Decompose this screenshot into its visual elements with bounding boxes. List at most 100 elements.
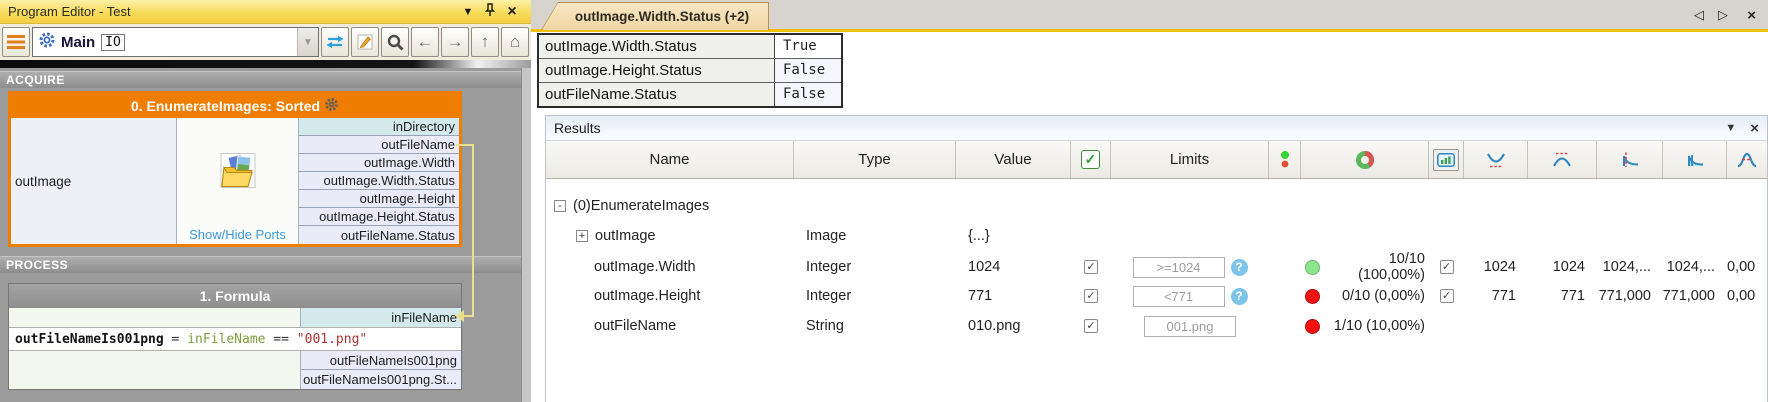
status-dots-icon <box>1280 150 1290 170</box>
column-stddev[interactable] <box>1727 141 1767 178</box>
status-pass-indicator <box>1305 260 1320 275</box>
column-min[interactable] <box>1464 141 1528 178</box>
bar-chart-icon <box>1433 149 1459 171</box>
expand-icon[interactable]: + <box>576 230 588 242</box>
out-image-port-label[interactable]: outImage <box>11 118 177 244</box>
connection-wire <box>472 144 474 316</box>
navigate-up-button[interactable]: ↑ <box>471 27 499 57</box>
status-fail-indicator <box>1305 289 1320 304</box>
port-in-directory[interactable]: inDirectory <box>299 118 459 136</box>
table-row[interactable]: outImage.Height.Status False <box>539 59 841 83</box>
column-enable-check[interactable]: ✓ <box>1071 141 1111 178</box>
close-icon[interactable]: × <box>1747 7 1756 24</box>
column-value[interactable]: Value <box>956 141 1071 178</box>
plot-enable-checkbox[interactable]: ✓ <box>1440 260 1454 274</box>
formula-expression[interactable]: outFileNameIs001png = inFileName == "001… <box>9 327 461 351</box>
column-median[interactable] <box>1663 141 1727 178</box>
tab-label: outImage.Width.Status (+2) <box>542 3 768 30</box>
results-title: Results <box>554 120 601 136</box>
section-process[interactable]: PROCESS <box>0 256 521 273</box>
results-titlebar: Results ▼ × <box>546 116 1767 141</box>
port-out-image-width[interactable]: outImage.Width <box>299 154 459 172</box>
section-acquire[interactable]: ACQUIRE <box>0 71 521 88</box>
swap-view-button[interactable] <box>321 27 349 57</box>
program-list-button[interactable] <box>2 27 30 57</box>
table-row[interactable]: outImage.Width.Status True <box>539 35 841 59</box>
port-out-filename-is-001png-status[interactable]: outFileNameIs001png.St... <box>301 370 461 389</box>
show-hide-ports-link[interactable]: Show/Hide Ports <box>177 227 298 242</box>
limit-input[interactable]: >=1024 <box>1133 257 1225 278</box>
block-formula-header[interactable]: 1. Formula <box>9 284 461 308</box>
block-formula[interactable]: 1. Formula inFileName outFileNameIs001pn… <box>8 283 462 390</box>
panel-title: Program Editor - Test <box>8 4 457 19</box>
limit-enable-checkbox[interactable]: ✓ <box>1084 289 1098 303</box>
limit-enable-checkbox[interactable]: ✓ <box>1084 319 1098 333</box>
table-row[interactable]: outFileName.Status False <box>539 83 841 106</box>
collapsed-bar <box>0 60 531 68</box>
limit-enable-checkbox[interactable]: ✓ <box>1084 260 1098 274</box>
close-icon[interactable]: × <box>1750 120 1759 137</box>
search-icon[interactable] <box>381 27 409 57</box>
median-hist-icon <box>1685 151 1705 169</box>
column-type[interactable]: Type <box>794 141 956 178</box>
table-row[interactable]: outFileName String 010.png ✓ 001.png 1/1… <box>546 311 1767 341</box>
data-preview-table: outImage.Width.Status True outImage.Heig… <box>537 33 843 108</box>
pin-icon[interactable] <box>479 3 501 20</box>
table-row[interactable]: outImage.Width Integer 1024 ✓ >=1024? 10… <box>546 251 1767 281</box>
column-pass-ratio[interactable] <box>1301 141 1429 178</box>
port-out-filename-is-001png[interactable]: outFileNameIs001png <box>301 351 461 370</box>
tab-outimage-width-status[interactable]: outImage.Width.Status (+2) <box>541 2 769 30</box>
donut-chart-icon <box>1355 150 1375 170</box>
port-out-image-width-status[interactable]: outImage.Width.Status <box>299 172 459 190</box>
block-enumerate-images[interactable]: 0. EnumerateImages: Sorted outImage <box>8 91 462 247</box>
table-row[interactable]: +outImage Image {...} <box>546 221 1767 251</box>
column-mean[interactable] <box>1597 141 1663 178</box>
chevron-down-icon[interactable]: ▼ <box>297 28 318 56</box>
block-enumerate-header[interactable]: 0. EnumerateImages: Sorted <box>11 94 459 118</box>
home-button[interactable]: ⌂ <box>501 27 529 57</box>
program-editor-panel: Program Editor - Test ▼ × Main IO ▼ ← → <box>0 0 531 402</box>
port-in-filename[interactable]: inFileName <box>301 308 461 327</box>
column-name[interactable]: Name <box>546 141 794 178</box>
column-max[interactable] <box>1528 141 1597 178</box>
port-out-image-height[interactable]: outImage.Height <box>299 190 459 208</box>
preview-value: False <box>775 59 841 82</box>
checkmark-icon: ✓ <box>1081 150 1100 169</box>
results-header-row: Name Type Value ✓ Limits <box>546 141 1767 179</box>
navigate-forward-button[interactable]: → <box>441 27 469 57</box>
results-panel: Results ▼ × Name Type Value ✓ Limits <box>545 115 1768 402</box>
table-row[interactable]: outImage.Height Integer 771 ✓ <771? 0/10… <box>546 281 1767 311</box>
connection-wire <box>463 315 474 317</box>
program-canvas: ACQUIRE 0. EnumerateImages: Sorted outIm… <box>0 68 531 402</box>
column-limits[interactable]: Limits <box>1111 141 1269 178</box>
column-status[interactable] <box>1269 141 1301 178</box>
subprogram-selector[interactable]: Main IO ▼ <box>32 27 319 57</box>
gear-icon[interactable] <box>324 97 339 115</box>
results-body: -(0)EnumerateImages +outImage Image {...… <box>546 179 1767 341</box>
close-icon[interactable]: × <box>501 3 523 21</box>
status-fail-indicator <box>1305 319 1320 334</box>
panel-menu-caret-icon[interactable]: ▼ <box>457 6 479 18</box>
preview-value: False <box>775 83 841 106</box>
preview-tab-strip: ◁ ▷ × outImage.Width.Status (+2) <box>531 0 1768 30</box>
plot-enable-checkbox[interactable]: ✓ <box>1440 289 1454 303</box>
bell-curve-icon <box>1736 151 1758 169</box>
collapse-icon[interactable]: - <box>554 200 566 212</box>
panel-splitter[interactable] <box>521 68 531 402</box>
program-editor-toolbar: Main IO ▼ ← → ↑ ⌂ <box>0 24 531 60</box>
help-icon[interactable]: ? <box>1231 288 1248 305</box>
io-badge: IO <box>101 34 125 51</box>
column-plot[interactable] <box>1429 141 1464 178</box>
port-out-filename[interactable]: outFileName <box>299 136 459 154</box>
chevron-down-icon[interactable]: ▼ <box>1725 122 1736 134</box>
tabs-scroll-right-icon[interactable]: ▷ <box>1718 7 1728 23</box>
tabs-scroll-left-icon[interactable]: ◁ <box>1694 7 1704 23</box>
help-icon[interactable]: ? <box>1231 259 1248 276</box>
navigate-back-button[interactable]: ← <box>411 27 439 57</box>
port-out-image-height-status[interactable]: outImage.Height.Status <box>299 208 459 226</box>
table-row[interactable]: -(0)EnumerateImages <box>546 191 1767 221</box>
port-out-filename-status[interactable]: outFileName.Status <box>299 226 459 244</box>
limit-input[interactable]: 001.png <box>1144 316 1236 337</box>
limit-input[interactable]: <771 <box>1133 286 1225 307</box>
edit-button[interactable] <box>351 27 379 57</box>
